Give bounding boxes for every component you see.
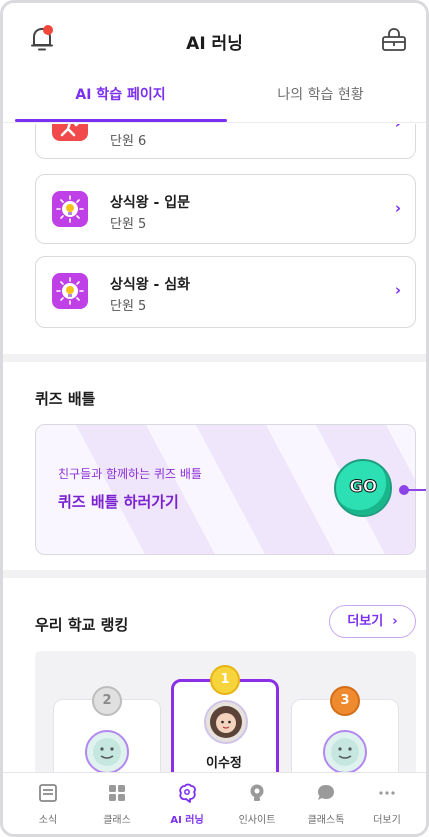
nav-ai-learning[interactable]: AI 러닝 [152, 773, 222, 834]
nav-insight[interactable]: 인사이트 [222, 773, 292, 834]
ranking-podium: 2 1 이수정 3 [35, 651, 416, 772]
nav-label: 클래스 [103, 815, 131, 826]
tab-bar: AI 학습 페이지 나의 학습 현황 [3, 75, 426, 123]
quiz-battle-card[interactable]: 친구들과 함께하는 퀴즈 배틀 퀴즈 배틀 하러가기 GO [35, 424, 416, 555]
rank-card-3[interactable]: 3 [291, 686, 399, 772]
tab-my-progress[interactable]: 나의 학습 현황 [215, 75, 426, 121]
ai-brain-icon [177, 783, 197, 803]
lightbulb-icon [52, 191, 88, 227]
chevron-right-icon: › [394, 281, 401, 299]
grid-icon [107, 783, 127, 803]
course-item[interactable]: 상식왕 - 심화 단원 5 › [35, 256, 416, 328]
quiz-link-text: 퀴즈 배틀 하러가기 [58, 493, 179, 511]
section-divider [3, 354, 426, 362]
active-tab-indicator [15, 119, 227, 122]
nav-label: 클래스톡 [307, 815, 345, 826]
more-button[interactable]: 더보기 › [329, 605, 416, 638]
silver-medal-icon: 2 [92, 686, 122, 716]
course-title: 상식왕 - 심화 [110, 277, 190, 293]
sports-person-icon [52, 124, 88, 141]
shopping-basket-icon[interactable] [380, 27, 408, 53]
chevron-right-icon: › [394, 199, 401, 217]
course-unit: 단원 5 [110, 217, 147, 232]
go-connector-dot [399, 485, 409, 495]
tab-ai-learning[interactable]: AI 학습 페이지 [15, 75, 226, 121]
main-content: 단원 6 › 상식왕 - 입문 단원 5 [3, 124, 426, 772]
section-divider [3, 570, 426, 578]
page-title: AI 러닝 [186, 34, 243, 54]
course-item[interactable]: 단원 6 › [35, 124, 416, 159]
nav-label: 인사이트 [238, 815, 276, 826]
rank-card-1[interactable]: 1 이수정 [171, 665, 279, 772]
avatar [204, 700, 248, 744]
nav-label: 소식 [38, 815, 58, 826]
quiz-section-title: 퀴즈 배틀 [35, 390, 96, 408]
nav-news[interactable]: 소식 [13, 773, 83, 834]
nav-classtalk[interactable]: 클래스톡 [291, 773, 361, 834]
avatar [323, 730, 367, 772]
bottom-nav: 소식 클래스 AI 러닝 인사이트 클래스톡 더보기 [3, 772, 426, 834]
quiz-subtitle: 친구들과 함께하는 퀴즈 배틀 [58, 467, 202, 481]
lightbulb-icon [247, 783, 267, 803]
go-label: GO [349, 477, 378, 498]
course-item[interactable]: 상식왕 - 입문 단원 5 › [35, 174, 416, 244]
nav-label: AI 러닝 [170, 815, 204, 826]
app-header: AI 러닝 [3, 3, 426, 75]
nav-more[interactable]: 더보기 [352, 773, 422, 834]
course-unit: 단원 6 [110, 134, 147, 149]
ranking-section-title: 우리 학교 랭킹 [35, 616, 129, 634]
chat-bubble-icon [316, 783, 336, 803]
go-button[interactable]: GO [334, 459, 392, 517]
rank-student-name: 이수정 [206, 756, 242, 771]
bronze-medal-icon: 3 [330, 686, 360, 716]
rank-card-2[interactable]: 2 [53, 686, 161, 772]
course-unit: 단원 5 [110, 299, 147, 314]
app-screen: AI 러닝 AI 학습 페이지 나의 학습 현황 단원 6 상식왕 - 입문 단… [0, 0, 429, 837]
gold-medal-icon: 1 [210, 665, 240, 695]
nav-class[interactable]: 클래스 [82, 773, 152, 834]
chevron-right-icon: › [387, 614, 398, 629]
course-title: 상식왕 - 입문 [110, 195, 190, 211]
news-icon [38, 783, 58, 803]
lightbulb-icon [52, 273, 88, 309]
more-dots-icon [377, 783, 397, 803]
nav-label: 더보기 [373, 815, 401, 826]
more-button-label: 더보기 [347, 614, 384, 629]
avatar [85, 730, 129, 772]
chevron-right-icon: › [395, 124, 401, 132]
